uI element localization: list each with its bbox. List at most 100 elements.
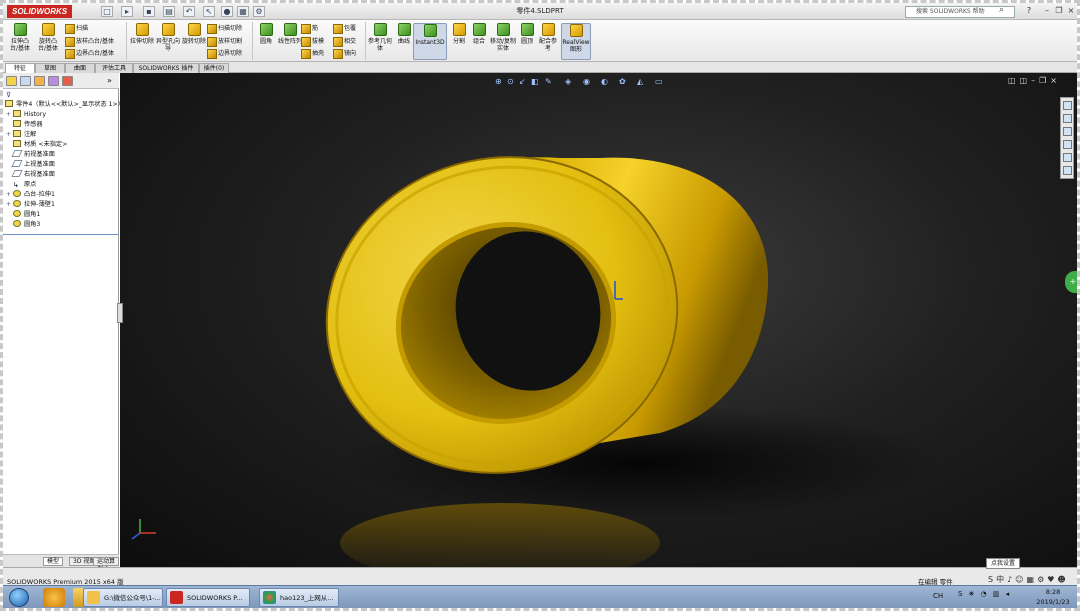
tree-item-sensors[interactable]: 传感器	[13, 120, 43, 130]
loft-boss-button[interactable]: 放样凸台/基体	[65, 36, 114, 47]
view-palette-icon[interactable]	[1063, 140, 1072, 149]
tab-evaluate[interactable]: 评估工具	[95, 63, 133, 73]
tab-surfaces[interactable]: 曲面	[65, 63, 95, 73]
hole-wizard-icon	[161, 23, 175, 36]
restore-icon[interactable]: ❐	[1053, 6, 1065, 17]
folder-icon	[87, 591, 100, 604]
annotation-icon	[13, 130, 21, 137]
split-button[interactable]: 分割	[449, 23, 469, 45]
extrude-feature-icon	[13, 200, 21, 207]
mate-reference-button[interactable]: 配合参考	[537, 23, 559, 52]
boundary-cut-button[interactable]: 边界切除	[207, 48, 242, 59]
realview-button[interactable]: RealView 图形	[561, 23, 591, 60]
lofted-cut-button[interactable]: 放样切割	[207, 36, 242, 47]
shell-button[interactable]: 抽壳	[301, 48, 324, 59]
tab-plugins[interactable]: 插件(0)	[199, 63, 229, 73]
tree-item-right-plane[interactable]: 右视基准面	[11, 170, 55, 180]
appearances-icon[interactable]	[1063, 153, 1072, 162]
tree-item-front-plane[interactable]: 前视基准面	[11, 150, 55, 160]
combine-button[interactable]: 组合	[469, 23, 489, 45]
linear-pattern-button[interactable]: 线性阵列	[277, 23, 303, 45]
wrap-button[interactable]: 包覆	[333, 23, 356, 34]
tab-addins[interactable]: SOLIDWORKS 插件	[133, 63, 199, 73]
minimize-icon[interactable]: –	[1041, 6, 1053, 17]
material-icon	[13, 140, 21, 147]
rib-button[interactable]: 筋	[301, 23, 318, 34]
ime-indicator[interactable]: CH	[933, 592, 943, 600]
tree-item-fillet1[interactable]: 圆角1	[13, 210, 40, 220]
swept-cut-button[interactable]: 扫描切除	[207, 23, 242, 34]
property-manager-icon[interactable]	[20, 76, 31, 86]
draft-button[interactable]: 拔模	[301, 36, 324, 47]
dimxpert-icon[interactable]	[48, 76, 59, 86]
revolve-boss-button[interactable]: 旋转凸台/基体	[35, 23, 61, 52]
rollback-bar[interactable]	[3, 234, 119, 235]
taskbar-browser-window[interactable]: hao123_上网从...	[259, 588, 339, 607]
tree-item-thin-extrude1[interactable]: + 拉伸-薄壁1	[6, 200, 55, 210]
sweep-button[interactable]: 扫描	[65, 23, 88, 34]
tree-item-boss-extrude1[interactable]: + 凸台-拉伸1	[6, 190, 55, 200]
combine-icon	[472, 23, 486, 36]
design-library-icon[interactable]	[1063, 114, 1072, 123]
panel-expand-icon[interactable]: »	[107, 76, 112, 85]
mirror-button[interactable]: 镜向	[333, 48, 356, 59]
configuration-icon[interactable]	[34, 76, 45, 86]
panel-collapse-handle[interactable]	[117, 303, 123, 323]
tree-item-origin[interactable]: ↳ 原点	[13, 180, 36, 190]
feature-tree-icon[interactable]	[6, 76, 17, 86]
expand-icon[interactable]: +	[6, 130, 11, 140]
hole-wizard-button[interactable]: 异型孔向导	[155, 23, 181, 52]
tree-root[interactable]: 零件4（默认<<默认>_显示状态 1>）	[5, 100, 124, 110]
taskbar-explorer-window[interactable]: G:\微信公众号\1-...	[83, 588, 163, 607]
extrude-cut-icon	[135, 23, 149, 36]
system-clock[interactable]: 8:28 2019/1/23	[1033, 587, 1073, 607]
graphics-viewport[interactable]: ⊕ ⊙ ↙ ◧ ✎ ◈ ◉ ◐ ✿ ◭ ▭ ◫◫–❐× +	[120, 73, 1077, 567]
extrude-cut-button[interactable]: 拉伸切除	[129, 23, 155, 45]
tab-sketch[interactable]: 草图	[35, 63, 65, 73]
fillet-button[interactable]: 圆角	[253, 23, 279, 45]
help-icon[interactable]: ?	[1023, 6, 1035, 17]
settings-hint-popup[interactable]: 点我设置	[986, 558, 1021, 569]
search-icon[interactable]: ⌕	[999, 5, 1004, 15]
tab-model[interactable]: 模型	[43, 557, 64, 566]
start-button[interactable]	[9, 588, 29, 607]
solidworks-resources-icon[interactable]	[1063, 101, 1072, 110]
tree-item-fillet3[interactable]: 圆角3	[13, 220, 40, 230]
plane-icon	[11, 170, 23, 177]
dome-button[interactable]: 圆顶	[517, 23, 537, 45]
tree-item-top-plane[interactable]: 上视基准面	[11, 160, 55, 170]
origin-icon: ↳	[13, 181, 19, 189]
browser-pin-icon[interactable]	[43, 588, 65, 607]
custom-properties-icon[interactable]	[1063, 166, 1072, 175]
status-icons[interactable]: S中♪☺▦⚙♥☻	[988, 574, 1069, 585]
file-explorer-icon[interactable]	[1063, 127, 1072, 136]
display-manager-icon[interactable]	[62, 76, 73, 86]
extrude-boss-button[interactable]: 拉伸凸台/基体	[7, 23, 33, 52]
tab-motion-study[interactable]: 运动算例 1	[93, 557, 119, 573]
expand-icon[interactable]: +	[6, 110, 11, 120]
extrude-boss-icon	[13, 23, 27, 36]
intersect-button[interactable]: 相交	[333, 36, 356, 47]
system-tray-icons[interactable]: S ⛯ ◔ ▥ ◂	[958, 590, 1011, 599]
expand-icon[interactable]: +	[6, 190, 11, 200]
close-icon[interactable]: ×	[1065, 6, 1077, 17]
side-plugin-icon[interactable]: +	[1065, 271, 1077, 293]
title-bar: SOLIDWORKS □ ▸ ▪ ▤ ↶ ↖ ● ▦ ⚙ 零件4.SLDPRT …	[3, 3, 1077, 20]
command-tabs: 特征 草图 曲面 评估工具 SOLIDWORKS 插件 插件(0)	[3, 62, 1077, 73]
reference-geometry-button[interactable]: 参考几何体	[367, 23, 393, 52]
boundary-boss-button[interactable]: 边界凸台/基体	[65, 48, 114, 59]
revolve-cut-button[interactable]: 旋转切除	[181, 23, 207, 45]
reference-geometry-icon	[373, 23, 387, 36]
windows-taskbar: G:\微信公众号\1-... SOLIDWORKS P... hao123_上网…	[3, 585, 1077, 608]
tree-item-material[interactable]: 材质 <未指定>	[13, 140, 67, 150]
ribbon-separator	[126, 22, 127, 60]
tab-features[interactable]: 特征	[5, 63, 35, 73]
filter-icon[interactable]: ⊽	[6, 91, 11, 99]
tree-item-annotations[interactable]: + 注解	[6, 130, 36, 140]
taskbar-solidworks-window[interactable]: SOLIDWORKS P...	[166, 588, 250, 607]
part-model-render	[131, 156, 940, 567]
expand-icon[interactable]: +	[6, 200, 11, 210]
move-copy-body-button[interactable]: 移动/复制实体	[489, 23, 517, 52]
instant3d-button[interactable]: Instant3D	[413, 23, 447, 60]
tree-item-history[interactable]: + History	[6, 110, 46, 120]
